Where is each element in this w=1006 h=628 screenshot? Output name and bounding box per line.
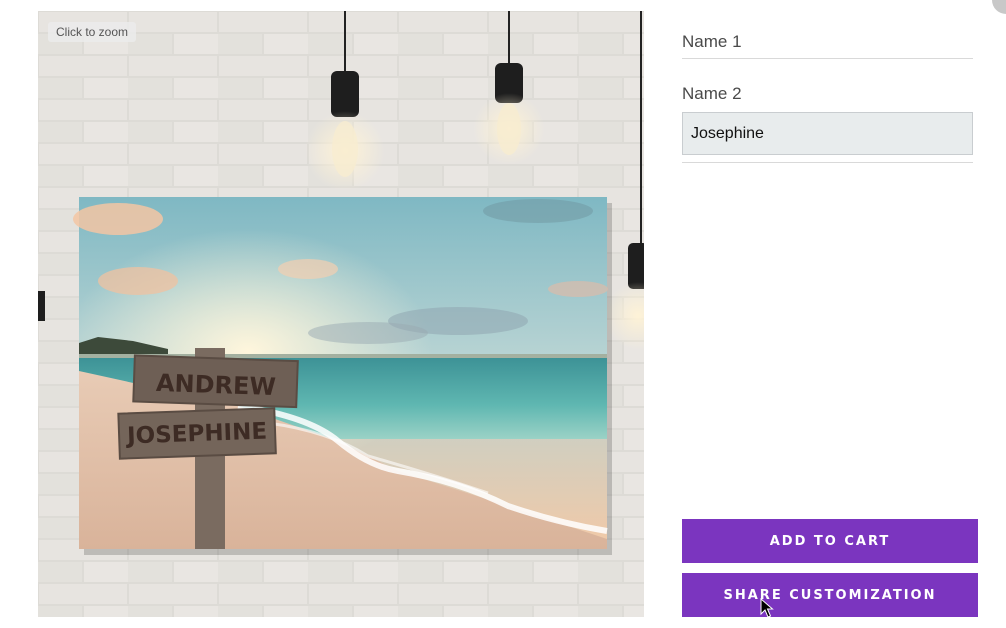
name1-label: Name 1 — [682, 32, 742, 51]
pointer-cursor-icon — [760, 598, 774, 618]
name1-divider — [682, 58, 973, 59]
name2-divider — [682, 162, 973, 163]
sign-name-bottom: JOSEPHINE — [125, 419, 268, 450]
scroll-edge-icon — [992, 0, 1006, 14]
product-preview-image[interactable]: ANDREW JOSEPHINE — [38, 11, 644, 617]
share-customization-button[interactable]: SHARE CUSTOMIZATION — [682, 573, 978, 617]
wall-art-mockup: ANDREW JOSEPHINE — [38, 11, 644, 617]
zoom-hint[interactable]: Click to zoom — [48, 22, 137, 42]
add-to-cart-button[interactable]: ADD TO CART — [682, 519, 978, 563]
name2-label: Name 2 — [682, 84, 742, 103]
sign-name-top: ANDREW — [156, 369, 277, 401]
product-customizer: ANDREW JOSEPHINE Click to zoom Name 1 Na… — [0, 0, 1006, 628]
name2-input[interactable] — [682, 112, 973, 155]
